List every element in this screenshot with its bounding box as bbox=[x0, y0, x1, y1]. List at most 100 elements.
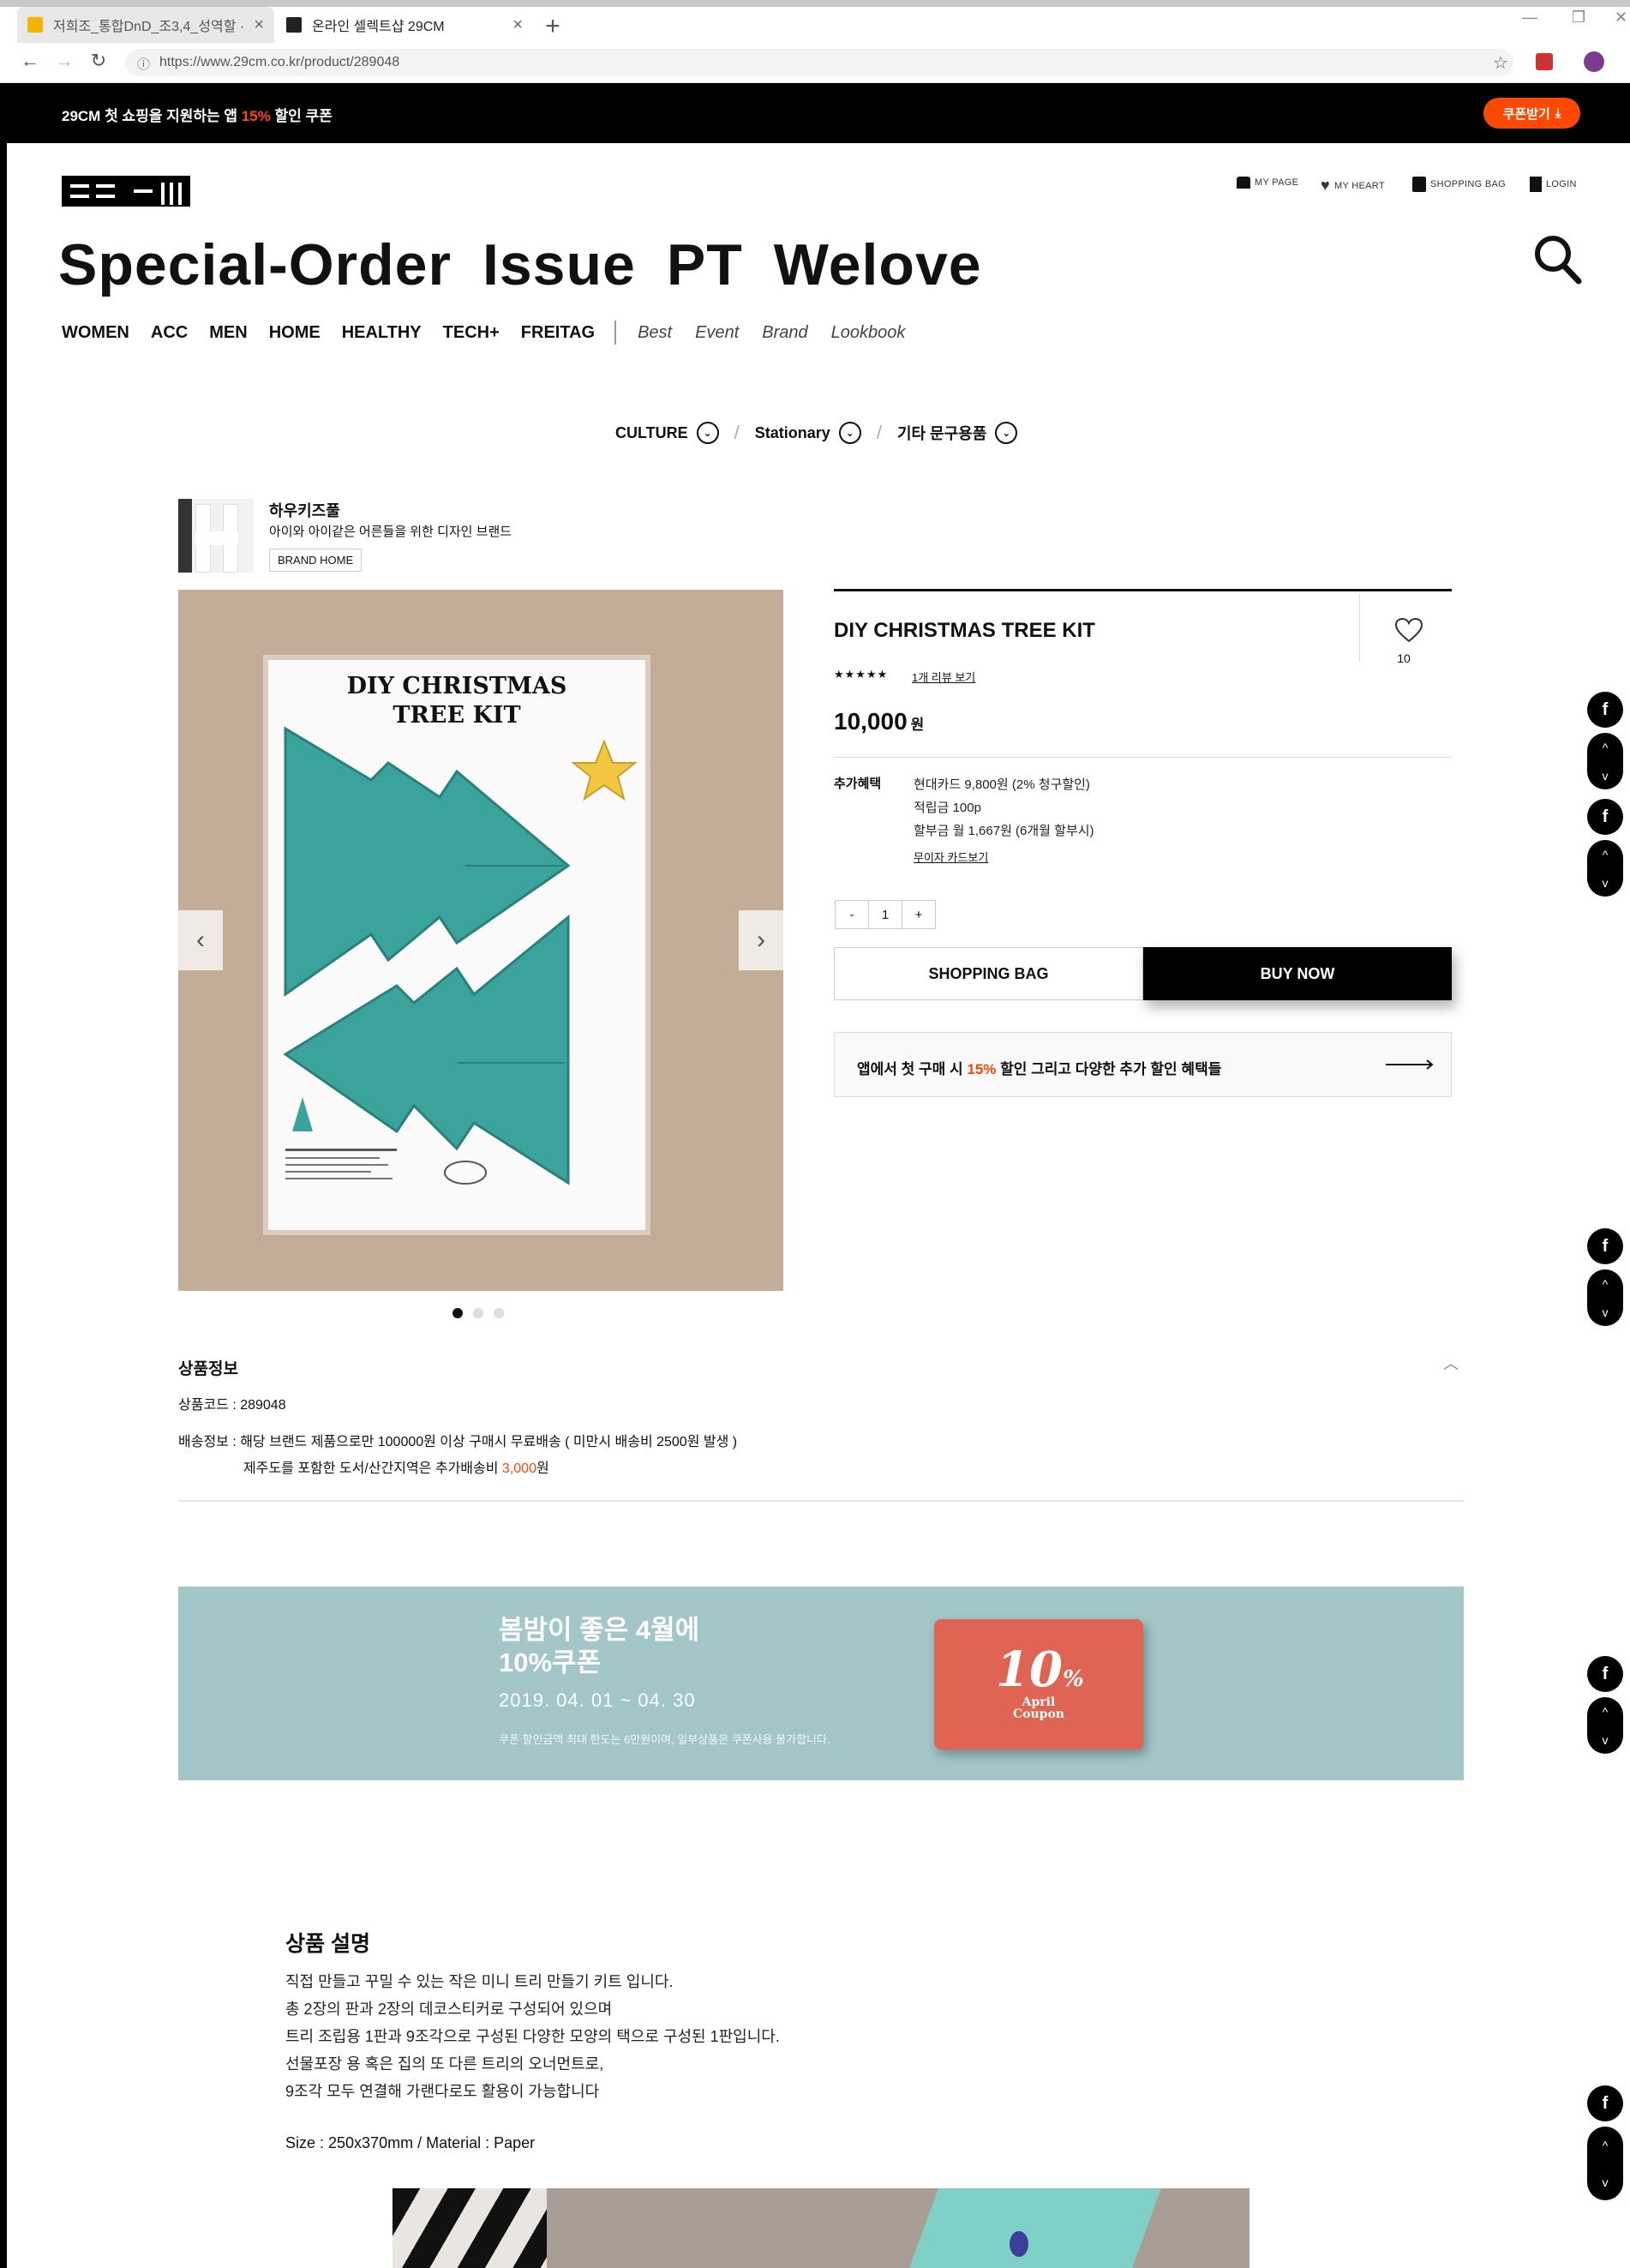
bookmark-star-icon[interactable]: ☆ bbox=[1493, 52, 1508, 74]
my-heart-link[interactable]: ♥ MY HEART bbox=[1321, 177, 1385, 195]
scroll-down-icon[interactable]: v bbox=[1603, 1733, 1609, 1747]
scroll-widget[interactable]: ^ v bbox=[1587, 2127, 1623, 2200]
scroll-down-icon[interactable]: v bbox=[1603, 2175, 1609, 2189]
next-image-button[interactable]: › bbox=[739, 910, 783, 970]
browser-tab-1[interactable]: 저희조_통합DnD_조3,4_성역할 · × bbox=[17, 7, 274, 43]
facebook-share-icon[interactable]: f bbox=[1587, 692, 1623, 728]
slides-favicon-icon bbox=[27, 17, 43, 33]
nav-welove[interactable]: Welove bbox=[774, 232, 982, 297]
qty-plus-button[interactable]: + bbox=[902, 901, 935, 928]
cat-healthy[interactable]: HEALTHY bbox=[342, 323, 422, 343]
nav-best[interactable]: Best bbox=[638, 323, 672, 343]
chevron-up-icon[interactable]: ︿ bbox=[1443, 1352, 1459, 1374]
scroll-widget[interactable]: ^ v bbox=[1587, 1697, 1623, 1754]
nav-event[interactable]: Event bbox=[695, 323, 739, 343]
prev-image-button[interactable]: ‹ bbox=[178, 910, 223, 970]
price-divider bbox=[834, 757, 1452, 758]
scroll-up-icon[interactable]: ^ bbox=[1603, 2139, 1609, 2152]
scroll-widget[interactable]: ^ v bbox=[1587, 1269, 1623, 1326]
browser-tab-2[interactable]: 온라인 셀렉트샵 29CM × bbox=[276, 7, 533, 43]
chevron-down-icon[interactable]: ⌄ bbox=[696, 422, 719, 444]
scroll-up-icon[interactable]: ^ bbox=[1603, 741, 1609, 754]
info-divider bbox=[178, 1500, 1464, 1502]
interest-free-card-link[interactable]: 무이자 카드보기 bbox=[914, 849, 988, 865]
qty-minus-button[interactable]: - bbox=[836, 901, 868, 928]
benefit-points: 적립금 100p bbox=[914, 801, 981, 815]
crumb-culture[interactable]: CULTURE bbox=[615, 424, 688, 442]
cat-tech[interactable]: TECH+ bbox=[443, 323, 500, 343]
promo-highlight: 15% bbox=[241, 108, 271, 124]
cat-acc[interactable]: ACC bbox=[151, 323, 188, 343]
chevron-down-icon[interactable]: ⌄ bbox=[838, 422, 861, 444]
heart-icon: ♥ bbox=[1321, 177, 1330, 194]
scroll-up-icon[interactable]: ^ bbox=[1603, 848, 1609, 861]
crumb-etc-stationery[interactable]: 기타 문구용품 bbox=[897, 422, 986, 444]
add-to-bag-button[interactable]: SHOPPING BAG bbox=[834, 947, 1143, 1000]
app-discount-banner[interactable]: 앱에서 첫 구매 시 15% 할인 그리고 다양한 추가 할인 혜택들 bbox=[834, 1032, 1452, 1097]
product-image: DIY CHRISTMAS TREE KIT bbox=[178, 590, 783, 1291]
29cm-logo[interactable] bbox=[62, 176, 190, 207]
cat-women[interactable]: WOMEN bbox=[62, 323, 129, 343]
search-icon[interactable] bbox=[1532, 233, 1582, 285]
minimize-icon[interactable]: — bbox=[1522, 9, 1537, 27]
scroll-up-icon[interactable]: ^ bbox=[1603, 1277, 1609, 1291]
nav-special-order[interactable]: Special-Order bbox=[58, 232, 452, 297]
facebook-share-icon[interactable]: f bbox=[1587, 799, 1623, 835]
profile-avatar[interactable] bbox=[1584, 51, 1604, 72]
chevron-down-icon[interactable]: ⌄ bbox=[995, 422, 1018, 444]
close-icon[interactable]: × bbox=[254, 15, 264, 35]
pdf-extension-icon[interactable] bbox=[1536, 53, 1553, 70]
brand-thumbnail[interactable] bbox=[178, 499, 254, 573]
restore-icon[interactable]: ❐ bbox=[1572, 9, 1585, 27]
reload-icon[interactable]: ↻ bbox=[86, 50, 111, 72]
facebook-share-icon[interactable]: f bbox=[1587, 1656, 1623, 1692]
address-bar[interactable]: ⓘ https://www.29cm.co.kr/product/289048 … bbox=[125, 49, 1513, 76]
breadcrumb: CULTURE ⌄ / Stationary ⌄ / 기타 문구용품 ⌄ bbox=[615, 422, 1018, 444]
cat-men[interactable]: MEN bbox=[209, 323, 247, 343]
back-icon[interactable]: ← bbox=[17, 50, 43, 72]
brand-name[interactable]: 하우키즈풀 bbox=[269, 499, 340, 521]
window-edge bbox=[0, 83, 7, 2268]
coupon-label: April Coupon bbox=[1013, 1695, 1064, 1721]
close-icon[interactable]: × bbox=[512, 15, 523, 35]
description-line: 직접 만들고 꾸밀 수 있는 작은 미니 트리 만들기 키트 입니다. bbox=[285, 1973, 674, 1990]
qty-input[interactable]: 1 bbox=[868, 901, 902, 928]
scroll-down-icon[interactable]: v bbox=[1603, 1305, 1609, 1319]
nav-brand[interactable]: Brand bbox=[762, 323, 807, 343]
nav-divider bbox=[614, 321, 617, 345]
banner-title: 봄밤이 좋은 4월에 10%쿠폰 bbox=[499, 1615, 700, 1677]
crumb-separator: / bbox=[734, 422, 740, 443]
scroll-up-icon[interactable]: ^ bbox=[1603, 1705, 1609, 1719]
cat-freitag[interactable]: FREITAG bbox=[521, 323, 595, 343]
forward-icon[interactable]: → bbox=[51, 50, 77, 72]
pagination-dot[interactable] bbox=[494, 1308, 504, 1318]
scroll-widget[interactable]: ^ v bbox=[1587, 733, 1623, 789]
login-link[interactable]: LOGIN bbox=[1530, 177, 1577, 192]
review-link[interactable]: 1개 리뷰 보기 bbox=[912, 669, 975, 685]
cat-home[interactable]: HOME bbox=[269, 323, 321, 343]
scroll-down-icon[interactable]: v bbox=[1603, 876, 1609, 890]
shipping-info: 배송정보 : 해당 브랜드 제품으로만 100000원 이상 구매시 무료배송 … bbox=[178, 1435, 738, 1449]
product-info-title: 상품정보 bbox=[178, 1360, 238, 1378]
brand-home-button[interactable]: BRAND HOME bbox=[269, 549, 363, 572]
facebook-share-icon[interactable]: f bbox=[1587, 2085, 1623, 2121]
nav-lookbook[interactable]: Lookbook bbox=[831, 323, 906, 343]
product-code: 상품코드 : 289048 bbox=[178, 1398, 286, 1413]
rating-stars: ★★★★★ bbox=[834, 668, 889, 681]
scroll-down-icon[interactable]: v bbox=[1603, 769, 1609, 783]
shopping-bag-link[interactable]: SHOPPING BAG bbox=[1412, 177, 1506, 192]
info-icon[interactable]: ⓘ bbox=[137, 55, 150, 73]
get-coupon-button[interactable]: 쿠폰받기 ⤓ bbox=[1483, 98, 1580, 129]
nav-issue[interactable]: Issue bbox=[482, 232, 636, 297]
my-page-link[interactable]: MY PAGE bbox=[1237, 177, 1298, 189]
facebook-share-icon[interactable]: f bbox=[1587, 1228, 1623, 1264]
close-window-icon[interactable]: ✕ bbox=[1615, 9, 1627, 27]
april-coupon-banner[interactable]: 봄밤이 좋은 4월에 10%쿠폰 2019. 04. 01 ~ 04. 30 쿠… bbox=[178, 1587, 1464, 1780]
pagination-dot[interactable] bbox=[452, 1308, 463, 1318]
crumb-stationary[interactable]: Stationary bbox=[755, 424, 830, 442]
nav-pt[interactable]: PT bbox=[667, 232, 743, 297]
new-tab-button[interactable]: + bbox=[538, 12, 567, 41]
buy-now-button[interactable]: BUY NOW bbox=[1143, 947, 1452, 1000]
pagination-dot[interactable] bbox=[473, 1308, 483, 1318]
scroll-widget[interactable]: ^ v bbox=[1587, 840, 1623, 897]
